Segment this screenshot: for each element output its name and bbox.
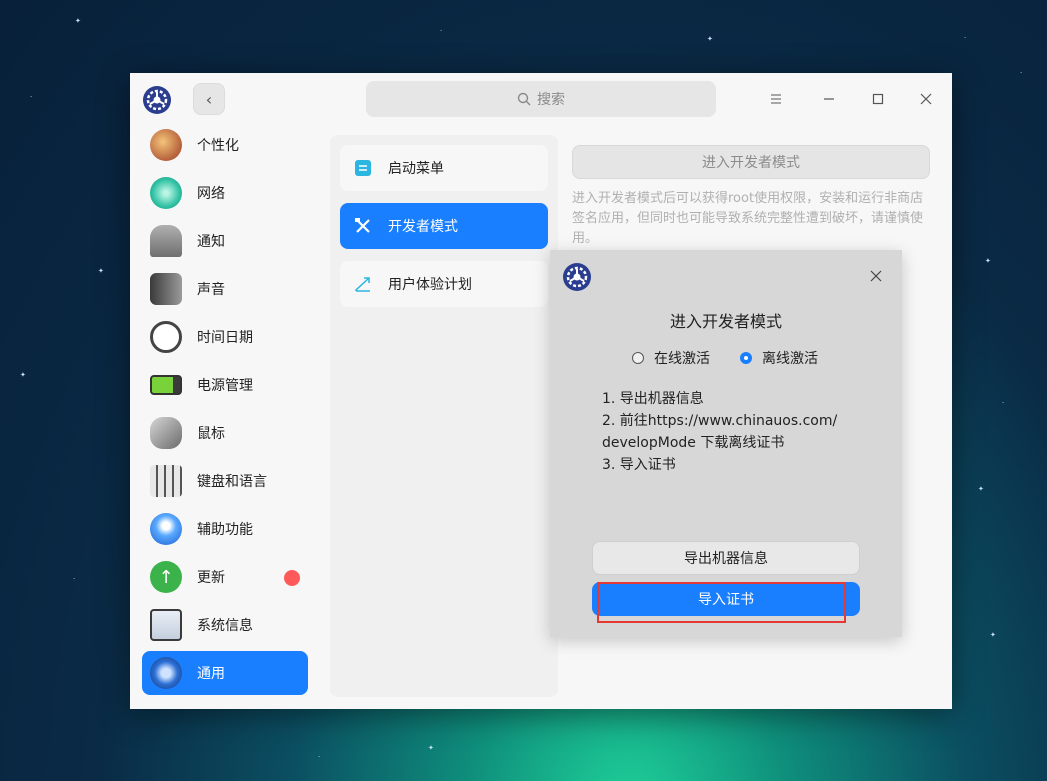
sidebar-item-accessibility[interactable]: 辅助功能 — [142, 507, 308, 551]
clock-icon — [150, 321, 182, 353]
search-icon — [517, 92, 531, 106]
activation-steps: 1. 导出机器信息 2. 前往https://www.chinauos.com/… — [602, 388, 837, 476]
gear-icon — [150, 657, 182, 689]
keyboard-icon — [150, 465, 182, 497]
developer-mode-dialog: 进入开发者模式 在线激活 离线激活 1. 导出机器信息 2. 前往https:/… — [550, 250, 902, 637]
submenu-item-developer-mode[interactable]: 开发者模式 — [340, 203, 548, 249]
sidebar-item-system-info[interactable]: 系统信息 — [142, 603, 308, 647]
mouse-icon — [150, 417, 182, 449]
step-1: 1. 导出机器信息 — [602, 391, 704, 407]
minimize-button[interactable] — [817, 87, 841, 111]
offline-activation-radio[interactable]: 离线激活 — [740, 348, 818, 368]
step-2-continued: developMode 下载离线证书 — [602, 435, 785, 451]
sidebar-item-label: 时间日期 — [197, 330, 253, 346]
submenu-item-label: 用户体验计划 — [388, 277, 472, 293]
control-center-logo-icon — [563, 263, 591, 291]
menu-icon — [771, 94, 781, 104]
back-button[interactable]: ‹ — [193, 83, 225, 115]
search-input[interactable]: 搜索 — [366, 81, 716, 117]
developer-mode-description: 进入开发者模式后可以获得root使用权限，安装和运行非商店签名应用，但同时也可能… — [572, 191, 924, 246]
close-icon — [920, 93, 932, 105]
sidebar-item-label: 系统信息 — [197, 618, 253, 634]
dialog-title: 进入开发者模式 — [669, 312, 782, 331]
submenu-item-boot-menu[interactable]: 启动菜单 — [340, 145, 548, 191]
minimize-icon — [824, 98, 834, 100]
sidebar-item-label: 通用 — [197, 666, 225, 682]
battery-icon — [150, 375, 182, 395]
boot-menu-icon — [354, 159, 372, 177]
online-activation-radio[interactable]: 在线激活 — [632, 348, 710, 368]
export-machine-info-button[interactable]: 导出机器信息 — [592, 541, 860, 575]
sidebar-item-update[interactable]: ↑ 更新 — [142, 555, 308, 599]
enter-developer-mode-button[interactable]: 进入开发者模式 — [572, 145, 930, 179]
sidebar-item-label: 个性化 — [197, 138, 239, 154]
network-icon — [150, 177, 182, 209]
sidebar-item-label: 声音 — [197, 282, 225, 298]
accessibility-icon — [150, 513, 182, 545]
maximize-button[interactable] — [866, 87, 890, 111]
submenu-item-label: 开发者模式 — [388, 219, 458, 235]
sidebar-item-label: 电源管理 — [197, 378, 253, 394]
sidebar-item-sound[interactable]: 声音 — [142, 267, 308, 311]
sidebar-item-label: 鼠标 — [197, 426, 225, 442]
step-2: 2. 前往https://www.chinauos.com/ — [602, 413, 838, 429]
close-icon — [870, 270, 882, 282]
sidebar-item-power[interactable]: 电源管理 — [142, 363, 308, 407]
sidebar-item-notification[interactable]: 通知 — [142, 219, 308, 263]
sidebar-item-general[interactable]: 通用 — [142, 651, 308, 695]
update-arrow-icon: ↑ — [150, 561, 182, 593]
bell-icon — [150, 225, 182, 257]
step-3: 3. 导入证书 — [602, 457, 676, 473]
update-badge — [284, 570, 300, 586]
sidebar-item-network[interactable]: 网络 — [142, 171, 308, 215]
control-center-logo-icon — [143, 86, 171, 114]
sidebar-item-label: 辅助功能 — [197, 522, 253, 538]
sidebar-item-label: 网络 — [197, 186, 225, 202]
highlight-box — [597, 582, 846, 623]
sidebar-item-keyboard-language[interactable]: 键盘和语言 — [142, 459, 308, 503]
radio-label: 在线激活 — [654, 351, 710, 367]
menu-button[interactable] — [764, 87, 788, 111]
close-button[interactable] — [914, 87, 938, 111]
radio-label: 离线激活 — [762, 351, 818, 367]
radio-checked-icon — [740, 352, 752, 364]
submenu-item-label: 启动菜单 — [388, 161, 444, 177]
titlebar: ‹ 搜索 — [130, 73, 952, 125]
sidebar: 个性化 网络 通知 声音 时间日期 电源管理 鼠标 键盘和语言 辅助功能 ↑ 更… — [130, 125, 320, 709]
trend-icon — [354, 275, 372, 293]
maximize-icon — [872, 93, 884, 105]
dialog-close-button[interactable] — [866, 266, 886, 286]
general-submenu: 启动菜单 开发者模式 用户体验计划 — [330, 135, 558, 697]
tools-icon — [354, 217, 372, 235]
speaker-icon — [150, 273, 182, 305]
search-placeholder: 搜索 — [537, 92, 565, 108]
radio-unchecked-icon — [632, 352, 644, 364]
sidebar-item-label: 通知 — [197, 234, 225, 250]
palette-icon — [150, 129, 182, 161]
system-info-icon — [150, 609, 182, 641]
sidebar-item-label: 键盘和语言 — [197, 474, 267, 490]
submenu-item-user-experience[interactable]: 用户体验计划 — [340, 261, 548, 307]
sidebar-item-mouse[interactable]: 鼠标 — [142, 411, 308, 455]
sidebar-item-label: 更新 — [197, 570, 225, 586]
sidebar-item-datetime[interactable]: 时间日期 — [142, 315, 308, 359]
sidebar-item-personalization[interactable]: 个性化 — [142, 123, 308, 167]
chevron-left-icon: ‹ — [205, 89, 213, 109]
